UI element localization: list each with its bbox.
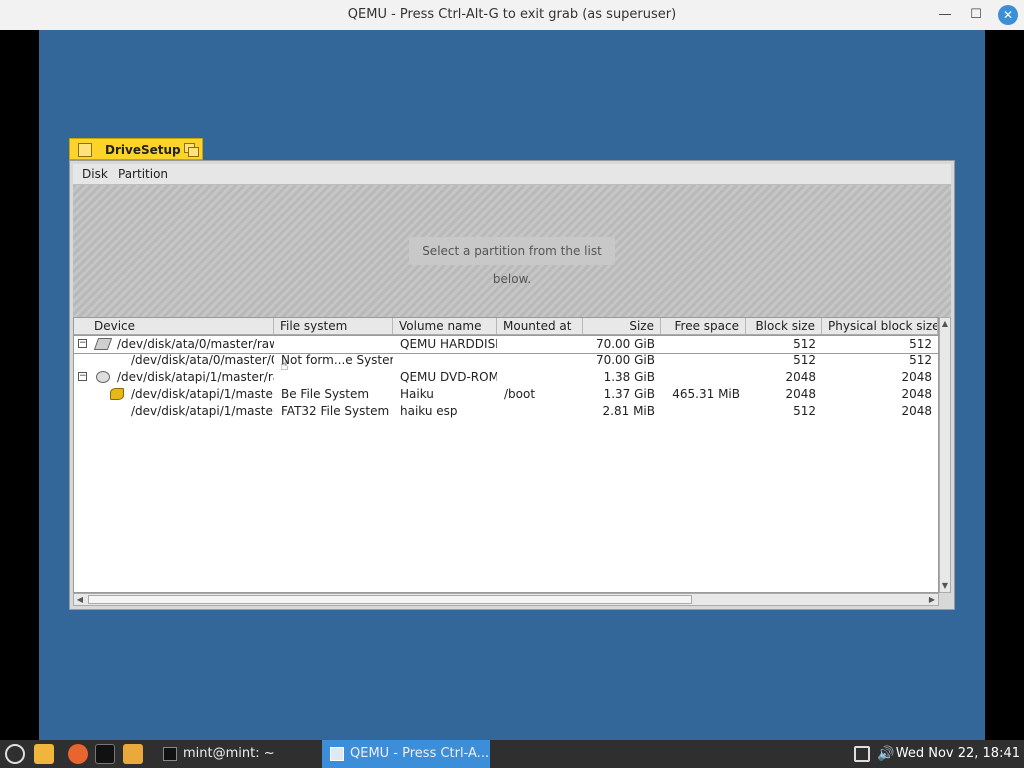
menu-disk[interactable]: Disk [82,167,108,181]
table-row[interactable]: /dev/disk/atapi/1/master/1 FAT32 File Sys… [74,403,938,420]
cell-volume-name: Haiku [400,387,434,401]
network-icon[interactable] [854,746,870,762]
cell-free-space: 465.31 MiB [672,387,740,401]
cell-block-size: 2048 [785,370,816,384]
cell-physical-block-size: 2048 [901,387,932,401]
files-launcher-icon[interactable] [34,744,54,764]
volume-icon[interactable]: 🔊 [877,746,894,762]
menu-bar: Disk Partition [73,164,951,185]
cell-physical-block-size: 512 [909,337,932,351]
maximize-button[interactable]: ☐ [966,5,986,25]
hand-cursor-icon: ☝ [280,358,289,374]
col-header-file-system[interactable]: File system [274,318,393,334]
collapse-toggle-icon[interactable]: − [78,372,87,381]
harddisk-icon [93,338,113,350]
cell-physical-block-size: 2048 [901,404,932,418]
table-row[interactable]: /dev/disk/atapi/1/master/0 Be File System… [74,386,938,403]
window-zoom-box[interactable] [184,143,199,157]
col-header-physical-block-size[interactable]: Physical block size [822,318,938,334]
taskbar: mint@mint: ~ QEMU - Press Ctrl-A... 🔊 We… [0,740,1024,768]
folder-icon[interactable] [123,744,143,764]
cell-size: 70.00 GiB [595,337,655,351]
drivesetup-window-tab[interactable]: DriveSetup [69,138,203,160]
cell-mounted-at [504,403,584,420]
cell-device: /dev/disk/ata/0/master/raw [117,337,274,351]
cell-file-system: Be File System [281,387,370,401]
drivesetup-window: Disk Partition Select a partition from t… [69,160,955,610]
task-qemu[interactable]: QEMU - Press Ctrl-A... [322,740,490,768]
cell-device: /dev/disk/ata/0/master/0 [131,353,274,367]
table-row[interactable]: − /dev/disk/atapi/1/master/raw QEMU DVD-RO… [74,369,938,386]
dvd-icon [96,371,110,383]
col-header-block-size[interactable]: Block size [746,318,822,334]
cell-device: /dev/disk/atapi/1/master/1 [131,404,274,418]
cell-size: 2.81 MiB [602,404,655,418]
window-icon [330,747,344,761]
task-terminal-label: mint@mint: ~ [183,746,275,761]
disk-map-view[interactable]: Select a partition from the list below. [73,185,951,317]
cell-device: /dev/disk/atapi/1/master/raw [117,370,274,384]
col-header-free-space[interactable]: Free space [661,318,746,334]
cell-device: /dev/disk/atapi/1/master/0 [131,387,274,401]
cell-volume-name: QEMU DVD-ROM [400,370,497,384]
scroll-down-arrow[interactable]: ▼ [940,580,950,592]
cell-mounted-at [504,336,584,353]
horizontal-scrollbar[interactable]: ◀ ▶ [73,593,939,606]
cell-file-system: FAT32 File System [281,404,390,418]
cell-block-size: 2048 [785,387,816,401]
qemu-titlebar: QEMU - Press Ctrl-Alt-G to exit grab (as… [0,0,1024,31]
horizontal-scroll-thumb[interactable] [88,595,692,604]
cell-volume-name: QEMU HARDDISK [400,337,497,351]
cell-mounted-at [504,352,584,369]
drivesetup-title: DriveSetup [105,143,181,157]
disk-area-message: Select a partition from the list below. [409,237,615,286]
cell-free-space [661,369,740,386]
scroll-right-arrow[interactable]: ▶ [926,594,938,605]
cell-free-space [661,352,740,369]
close-button[interactable]: ✕ [998,5,1018,25]
table-row[interactable]: /dev/disk/ata/0/master/0 Not form...e Sys… [74,352,938,369]
partition-list[interactable]: Device File system Volume name Mounted a… [73,317,939,593]
clock[interactable]: Wed Nov 22, 18:41 [896,740,1020,768]
list-header: Device File system Volume name Mounted a… [74,318,938,335]
cell-size: 1.38 GiB [603,370,655,384]
cell-block-size: 512 [793,404,816,418]
cell-free-space [661,403,740,420]
cell-physical-block-size: 512 [909,353,932,367]
cell-block-size: 512 [793,337,816,351]
cell-file-system: Not form...e System) [281,353,393,367]
cell-physical-block-size: 2048 [901,370,932,384]
qemu-window-title: QEMU - Press Ctrl-Alt-G to exit grab (as… [347,7,677,22]
haiku-leaf-icon [110,388,124,400]
window-close-box[interactable] [78,143,92,157]
menu-partition[interactable]: Partition [118,167,168,181]
col-header-device[interactable]: Device [88,318,274,334]
scroll-up-arrow[interactable]: ▲ [940,318,950,330]
vertical-scrollbar[interactable]: ▲ ▼ [939,317,951,593]
minimize-button[interactable]: — [935,5,955,25]
cell-volume-name [400,352,497,369]
task-terminal[interactable]: mint@mint: ~ [155,740,343,768]
col-header-mounted-at[interactable]: Mounted at [497,318,583,334]
scroll-left-arrow[interactable]: ◀ [74,594,86,605]
cell-file-system [281,369,393,386]
cell-size: 70.00 GiB [595,353,655,367]
firefox-icon[interactable] [68,744,88,764]
mint-menu-icon[interactable] [5,744,25,764]
col-header-size[interactable]: Size [583,318,661,334]
cell-size: 1.37 GiB [603,387,655,401]
terminal-launcher-icon[interactable] [95,744,115,764]
cell-free-space [661,336,740,353]
cell-file-system [281,336,393,353]
terminal-icon [163,747,177,761]
task-qemu-label: QEMU - Press Ctrl-A... [350,746,490,761]
collapse-toggle-icon[interactable]: − [78,339,87,348]
cell-mounted-at [504,369,584,386]
cell-mounted-at: /boot [504,387,536,401]
col-header-volume-name[interactable]: Volume name [393,318,497,334]
cell-volume-name: haiku esp [400,404,458,418]
cell-block-size: 512 [793,353,816,367]
